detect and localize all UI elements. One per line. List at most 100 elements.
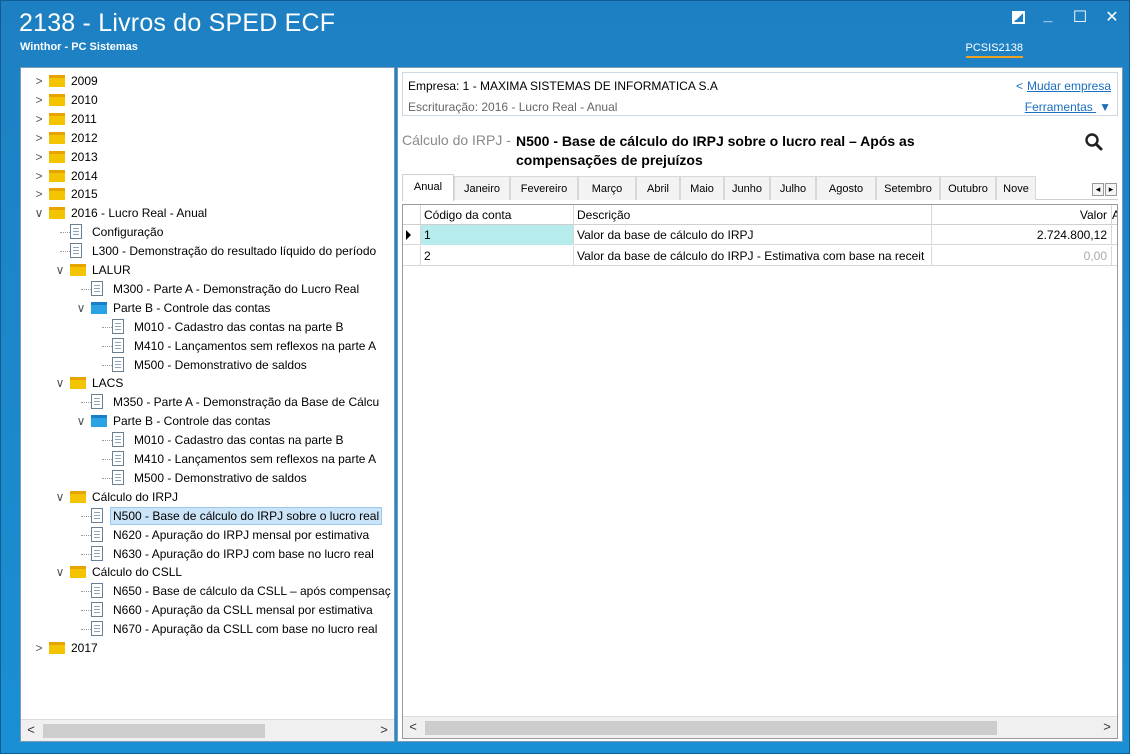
program-code-tab[interactable]: PCSIS2138 [965, 42, 1023, 58]
chevron-down-icon[interactable]: ∨ [54, 488, 66, 506]
tree-item[interactable]: ∨ Parte B - Controle das contas [21, 299, 394, 317]
tab-2[interactable]: Fevereiro [510, 176, 578, 200]
grid-horizontal-scrollbar[interactable]: < > [403, 716, 1117, 738]
chevron-down-icon[interactable]: ∨ [54, 374, 66, 392]
tree-item[interactable]: M300 - Parte A - Demonstração do Lucro R… [21, 280, 394, 298]
column-header-description[interactable]: Descrição [574, 205, 932, 225]
tree-horizontal-scrollbar[interactable]: < > [21, 719, 394, 741]
tab-3[interactable]: Março [578, 176, 636, 200]
close-icon[interactable]: ✕ [1103, 7, 1121, 27]
tree-item[interactable]: ∨ Cálculo do IRPJ [21, 488, 394, 506]
tab-6[interactable]: Junho [724, 176, 770, 200]
tree-item[interactable]: M410 - Lançamentos sem reflexos na parte… [21, 450, 394, 468]
cell-description[interactable]: Valor da base de cálculo do IRPJ - Estim… [574, 246, 932, 266]
chevron-right-icon[interactable]: > [33, 148, 45, 166]
company-name: Empresa: 1 - MAXIMA SISTEMAS DE INFORMAT… [408, 79, 718, 93]
tree-item[interactable]: N660 - Apuração da CSLL mensal por estim… [21, 601, 394, 619]
chevron-down-icon[interactable]: ∨ [33, 204, 45, 222]
chevron-right-icon[interactable]: > [33, 72, 45, 90]
tree-item[interactable]: >2013 [21, 148, 394, 166]
chevron-down-icon[interactable]: ∨ [75, 299, 87, 317]
column-header-extra[interactable]: A [1112, 205, 1117, 225]
tree-item[interactable]: M350 - Parte A - Demonstração da Base de… [21, 393, 394, 411]
cell-description[interactable]: Valor da base de cálculo do IRPJ [574, 225, 932, 245]
chevron-down-icon[interactable]: ∨ [75, 412, 87, 430]
page-title: N500 - Base de cálculo do IRPJ sobre o l… [516, 133, 915, 168]
column-header-value[interactable]: Valor [932, 205, 1112, 225]
scroll-thumb[interactable] [43, 724, 265, 738]
tree-item[interactable]: M010 - Cadastro das contas na parte B [21, 431, 394, 449]
tab-4[interactable]: Abril [636, 176, 680, 200]
tree-item[interactable]: N630 - Apuração do IRPJ com base no lucr… [21, 545, 394, 563]
tree-item[interactable]: Configuração [21, 223, 394, 241]
column-header-code[interactable]: Código da conta [421, 205, 574, 225]
scroll-thumb[interactable] [425, 721, 997, 735]
tree-item-label: N500 - Base de cálculo do IRPJ sobre o l… [110, 506, 383, 525]
tab-scroll-left-icon[interactable]: ◂ [1092, 183, 1104, 196]
scroll-left-icon[interactable]: < [405, 719, 421, 736]
tree-item[interactable]: >2010 [21, 91, 394, 109]
tree-item[interactable]: M010 - Cadastro das contas na parte B [21, 318, 394, 336]
search-icon[interactable] [1084, 132, 1104, 152]
cell-value[interactable]: 0,00 [932, 246, 1112, 266]
cell-code[interactable]: 1 [421, 225, 574, 245]
tab-10[interactable]: Outubro [940, 176, 996, 200]
tree-item[interactable]: N500 - Base de cálculo do IRPJ sobre o l… [21, 506, 394, 525]
tree-item-label: N660 - Apuração da CSLL mensal por estim… [113, 603, 373, 618]
tree-item[interactable]: M500 - Demonstrativo de saldos [21, 469, 394, 487]
tree-item[interactable]: >2011 [21, 110, 394, 128]
chevron-right-icon[interactable]: > [33, 91, 45, 109]
chevron-right-icon[interactable]: > [33, 185, 45, 203]
scroll-left-icon[interactable]: < [23, 722, 39, 739]
minimize-icon[interactable]: _ [1039, 7, 1057, 27]
tab-11[interactable]: Nove [996, 176, 1036, 200]
tree-item[interactable]: N620 - Apuração do IRPJ mensal por estim… [21, 526, 394, 544]
tree-item[interactable]: ∨ Cálculo do CSLL [21, 563, 394, 581]
chevron-down-icon[interactable]: ∨ [54, 563, 66, 581]
change-company-link[interactable]: < Mudar empresa [1016, 79, 1111, 93]
tree-item[interactable]: >2014 [21, 167, 394, 185]
tab-9[interactable]: Setembro [876, 176, 940, 200]
table-row[interactable]: 1 Valor da base de cálculo do IRPJ 2.724… [403, 225, 1117, 245]
tab-8[interactable]: Agosto [816, 176, 876, 200]
maximize-icon[interactable]: ☐ [1071, 7, 1089, 27]
chevron-down-icon[interactable]: ∨ [54, 261, 66, 279]
tree-item[interactable]: >2009 [21, 72, 394, 90]
tree-item[interactable]: >2017 [21, 639, 394, 657]
chevron-right-icon[interactable]: > [33, 129, 45, 147]
tree-item[interactable]: ∨ 2016 - Lucro Real - Anual [21, 204, 394, 222]
tab-5[interactable]: Maio [680, 176, 724, 200]
tab-0[interactable]: Anual [402, 174, 454, 201]
tree-item[interactable]: ∨ Parte B - Controle das contas [21, 412, 394, 430]
cell-code[interactable]: 2 [421, 246, 574, 266]
tree-item[interactable]: >2012 [21, 129, 394, 147]
tree-item[interactable]: N650 - Base de cálculo da CSLL – após co… [21, 582, 394, 600]
tab-1[interactable]: Janeiro [454, 176, 510, 200]
tree-item[interactable]: M500 - Demonstrativo de saldos [21, 356, 394, 374]
tree-item[interactable]: ∨ LACS [21, 374, 394, 392]
title-bar: 2138 - Livros do SPED ECF Winthor - PC S… [1, 1, 1130, 63]
tools-label: Ferramentas [1024, 100, 1093, 114]
cell-value[interactable]: 2.724.800,12 [932, 225, 1112, 245]
window-title: 2138 - Livros do SPED ECF [19, 9, 336, 37]
table-row[interactable]: 2 Valor da base de cálculo do IRPJ - Est… [403, 246, 1117, 266]
tab-scroll-right-icon[interactable]: ▸ [1105, 183, 1117, 196]
tree-item[interactable]: ∨ LALUR [21, 261, 394, 279]
tab-7[interactable]: Julho [770, 176, 816, 200]
tree-item-label: 2015 [71, 187, 98, 202]
chevron-right-icon[interactable]: > [33, 639, 45, 657]
tools-menu[interactable]: Ferramentas ▼ [1025, 100, 1111, 114]
folder-icon [49, 131, 65, 144]
tree-item[interactable]: >2015 [21, 185, 394, 203]
tree-item[interactable]: M410 - Lançamentos sem reflexos na parte… [21, 337, 394, 355]
document-icon [70, 243, 82, 259]
tree-item[interactable]: N670 - Apuração da CSLL com base no lucr… [21, 620, 394, 638]
scroll-right-icon[interactable]: > [376, 722, 392, 739]
tree-item-label: Configuração [92, 225, 164, 240]
tree-item[interactable]: L300 - Demonstração do resultado líquido… [21, 242, 394, 260]
chevron-right-icon[interactable]: > [33, 110, 45, 128]
folder-icon [70, 264, 86, 276]
restore-icon[interactable] [1012, 11, 1025, 24]
scroll-right-icon[interactable]: > [1099, 719, 1115, 736]
chevron-right-icon[interactable]: > [33, 167, 45, 185]
